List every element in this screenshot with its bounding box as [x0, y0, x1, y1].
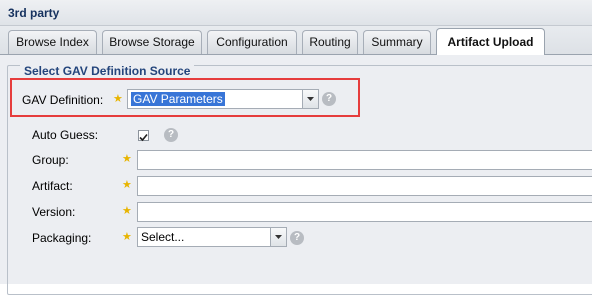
auto-guess-checkbox[interactable]	[138, 130, 149, 142]
packaging-select[interactable]: Select...	[137, 227, 287, 247]
version-input[interactable]	[137, 202, 592, 222]
packaging-label: Packaging:	[32, 231, 92, 245]
required-star-icon: ★	[113, 93, 123, 105]
group-input[interactable]	[137, 150, 592, 170]
packaging-value: Select...	[141, 230, 185, 244]
required-star-icon: ★	[122, 179, 132, 191]
tab-browse-storage[interactable]: Browse Storage	[102, 30, 202, 54]
fieldset-legend: Select GAV Definition Source	[20, 64, 195, 78]
tab-summary[interactable]: Summary	[363, 30, 431, 54]
gav-definition-value: GAV Parameters	[131, 92, 225, 106]
auto-guess-label: Auto Guess:	[32, 128, 99, 142]
version-label: Version:	[32, 205, 76, 219]
tab-configuration[interactable]: Configuration	[207, 30, 297, 54]
required-star-icon: ★	[122, 205, 132, 217]
tab-strip: Browse Index Browse Storage Configuratio…	[0, 26, 592, 55]
gav-definition-select[interactable]: GAV Parameters	[127, 89, 319, 109]
required-star-icon: ★	[122, 231, 132, 243]
checkmark-icon	[139, 133, 148, 142]
group-label: Group:	[32, 153, 69, 167]
tab-browse-index[interactable]: Browse Index	[8, 30, 97, 54]
panel-title: 3rd party	[8, 6, 60, 20]
required-star-icon: ★	[122, 153, 132, 165]
tab-artifact-upload[interactable]: Artifact Upload	[436, 28, 545, 55]
help-icon[interactable]: ?	[322, 92, 336, 106]
artifact-input[interactable]	[137, 176, 592, 196]
dropdown-arrow-icon[interactable]	[302, 90, 318, 108]
dropdown-arrow-icon[interactable]	[270, 228, 286, 246]
help-icon[interactable]: ?	[164, 128, 178, 142]
tab-routing[interactable]: Routing	[302, 30, 358, 54]
help-icon[interactable]: ?	[290, 231, 304, 245]
artifact-upload-panel: Select GAV Definition Source GAV Definit…	[0, 55, 592, 295]
panel-header: 3rd party	[0, 0, 592, 26]
artifact-label: Artifact:	[32, 179, 73, 193]
gav-definition-label: GAV Definition:	[22, 93, 104, 107]
